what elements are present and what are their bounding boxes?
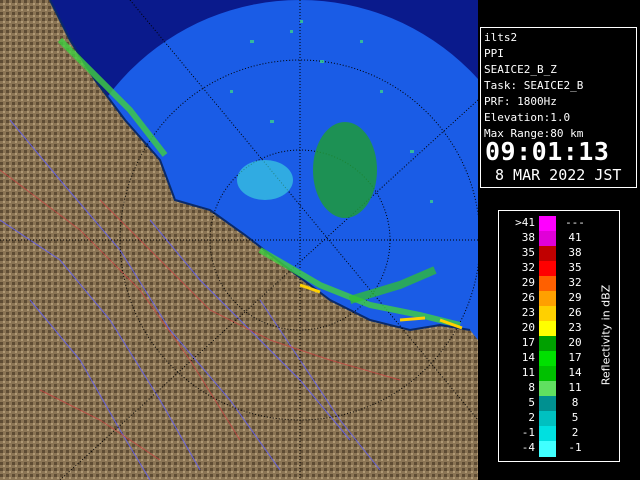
legend-high-value: 14 xyxy=(568,366,582,379)
legend-color-swatch xyxy=(539,441,556,457)
scan-date: 8 MAR 2022 JST xyxy=(495,166,622,184)
legend-low-value: -4 xyxy=(521,441,535,454)
legend-low-value: -1 xyxy=(521,426,535,439)
legend-high-value: 38 xyxy=(568,246,582,259)
legend-high-value: 8 xyxy=(571,396,579,409)
legend-color-swatch xyxy=(539,231,556,247)
legend-low-value: 17 xyxy=(521,336,535,349)
legend-color-swatch xyxy=(539,426,556,442)
legend-color-swatch xyxy=(539,216,556,232)
radar-ppi-map xyxy=(0,0,478,480)
scan-time: 09:01:13 xyxy=(485,137,610,166)
legend-high-value: 35 xyxy=(568,261,582,274)
legend-color-swatch xyxy=(539,321,556,337)
legend-high-value: 26 xyxy=(568,306,582,319)
legend-color-swatch xyxy=(539,246,556,262)
legend-color-swatch xyxy=(539,261,556,277)
legend-color-swatch xyxy=(539,276,556,292)
product-type: PPI xyxy=(484,47,504,60)
legend-low-value: 2 xyxy=(528,411,535,424)
legend-row: -4 -1 xyxy=(499,441,619,458)
legend-high-value: 23 xyxy=(568,321,582,334)
legend-color-swatch xyxy=(539,366,556,382)
legend-high-value: 11 xyxy=(568,381,582,394)
legend-low-value: 26 xyxy=(521,291,535,304)
legend-color-swatch xyxy=(539,336,556,352)
echo-cluster-main xyxy=(313,122,377,218)
legend-low-value: 20 xyxy=(521,321,535,334)
echo-cluster-cyan xyxy=(237,160,293,200)
data-name: SEAICE2_B_Z xyxy=(484,63,557,76)
legend-high-value: 5 xyxy=(571,411,579,424)
legend-high-value: 29 xyxy=(568,291,582,304)
legend-color-swatch xyxy=(539,381,556,397)
legend-high-value: 2 xyxy=(571,426,579,439)
reflectivity-legend: >41 --- 38 41 35 38 32 35 29 32 26 29 23 26 20 23 17 20 14… xyxy=(498,210,620,462)
legend-low-value: 14 xyxy=(521,351,535,364)
legend-color-swatch xyxy=(539,396,556,412)
legend-high-value: 41 xyxy=(568,231,582,244)
site-name: ilts2 xyxy=(484,31,518,44)
legend-low-value: 8 xyxy=(528,381,535,394)
legend-low-value: 29 xyxy=(521,276,535,289)
legend-high-value: 17 xyxy=(568,351,582,364)
legend-color-swatch xyxy=(539,351,556,367)
legend-title: Reflectivity in dBZ xyxy=(599,284,613,386)
radar-info-panel: ilts2 PPI SEAICE2_B_Z Task: SEAICE2_B PR… xyxy=(480,27,637,188)
elevation-value: Elevation:1.0 xyxy=(484,111,571,124)
legend-color-swatch xyxy=(539,411,556,427)
legend-high-value: --- xyxy=(565,216,585,229)
legend-color-swatch xyxy=(539,291,556,307)
prf-value: PRF: 1800Hz xyxy=(484,95,557,108)
legend-low-value: 35 xyxy=(521,246,535,259)
legend-low-value: 32 xyxy=(521,261,535,274)
task-name: Task: SEAICE2_B xyxy=(484,79,584,92)
legend-low-value: 11 xyxy=(521,366,535,379)
legend-low-value: 5 xyxy=(528,396,535,409)
legend-low-value: 38 xyxy=(521,231,535,244)
legend-low-value: 23 xyxy=(521,306,535,319)
legend-low-value: >41 xyxy=(515,216,535,229)
legend-high-value: 20 xyxy=(568,336,582,349)
legend-color-swatch xyxy=(539,306,556,322)
legend-high-value: -1 xyxy=(568,441,582,454)
legend-high-value: 32 xyxy=(568,276,582,289)
